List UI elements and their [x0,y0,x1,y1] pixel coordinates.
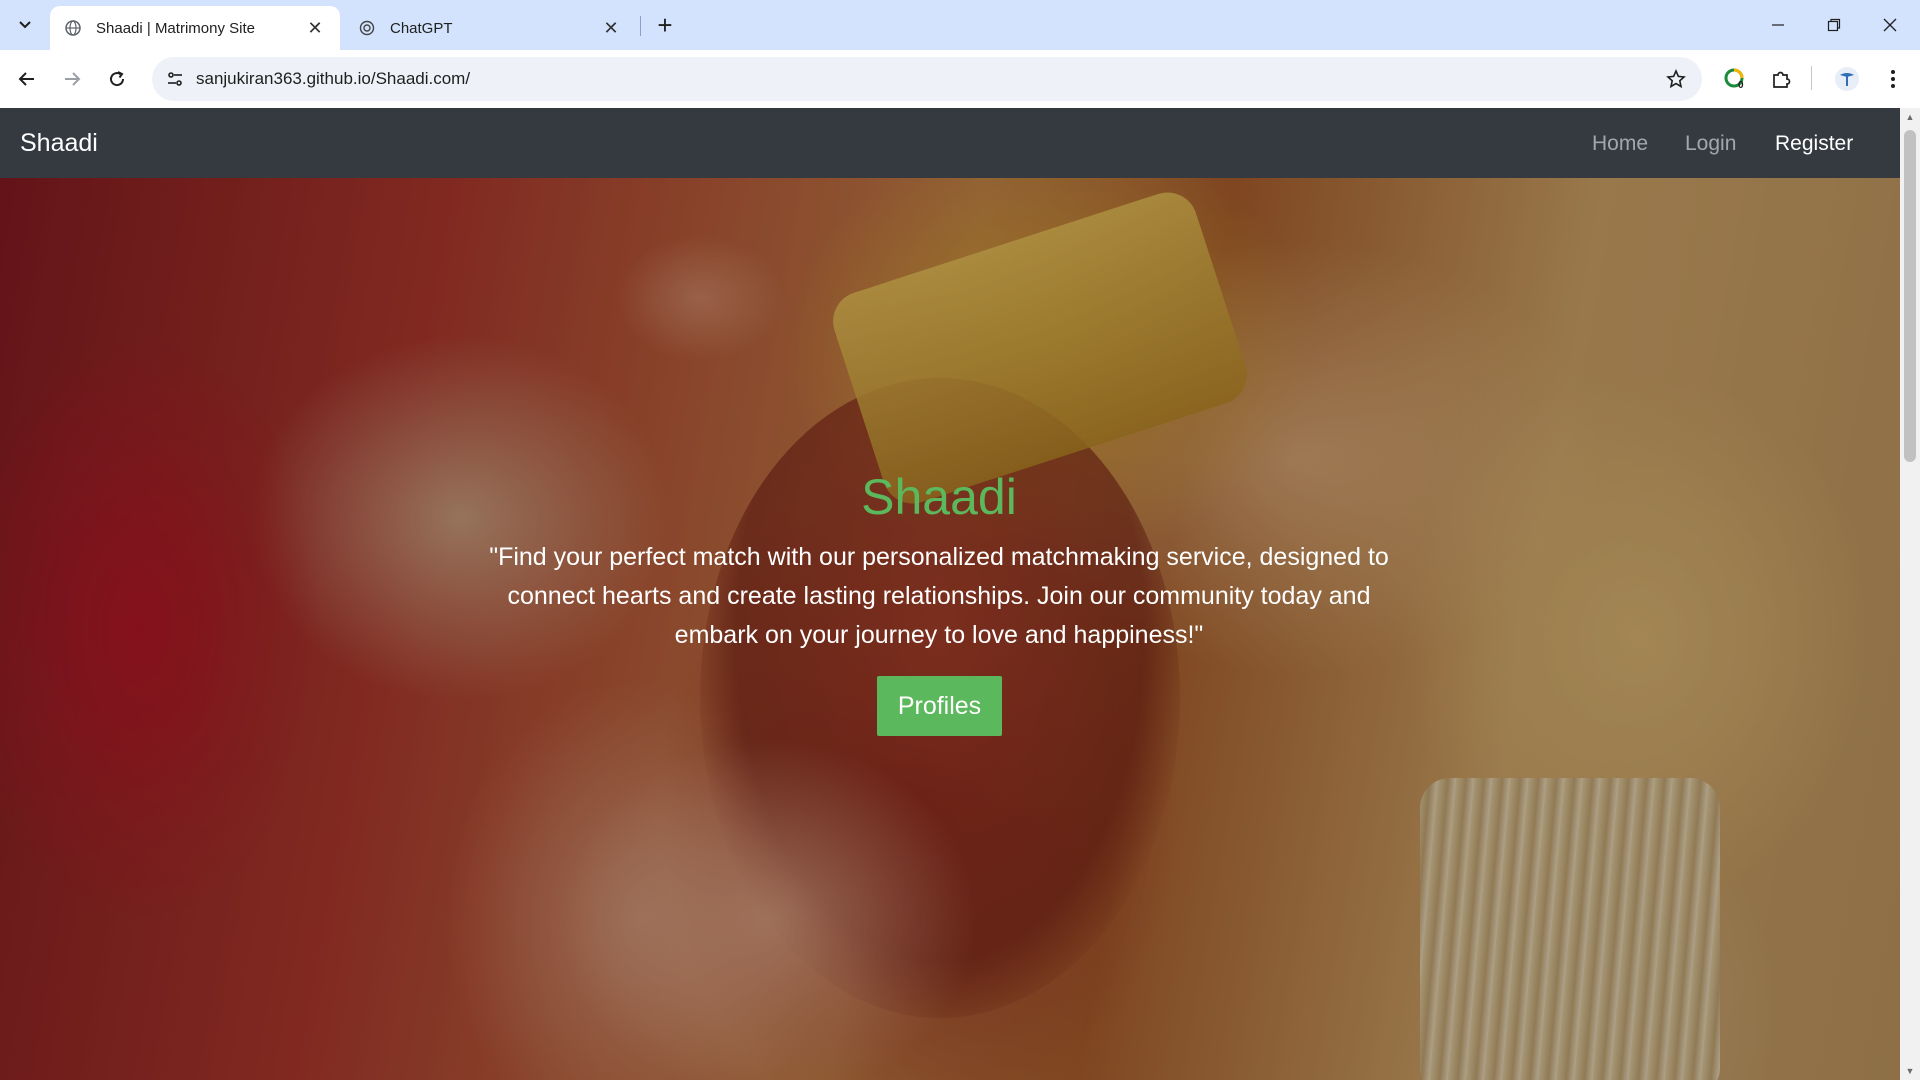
hero-background-gold-bangle [825,184,1255,512]
restore-icon [1827,18,1841,32]
scroll-down-arrow[interactable]: ▼ [1905,1066,1915,1076]
profiles-button[interactable]: Profiles [877,676,1002,736]
url-text: sanjukiran363.github.io/Shaadi.com/ [196,69,471,88]
star-icon [1666,69,1686,89]
profile-icon [1835,67,1859,91]
close-window-button[interactable] [1862,0,1918,50]
hero-background-bangles [1420,778,1720,1080]
extension-button[interactable]: 0 [1720,64,1750,94]
navbar-brand[interactable]: Shaadi [20,129,98,158]
tab-title: ChatGPT [390,19,453,37]
close-icon [1883,18,1897,32]
toolbar-divider [1811,66,1812,90]
extension-badge: 0 [1738,80,1744,91]
plus-icon: + [657,9,673,40]
profile-button[interactable] [1832,64,1862,94]
page-viewport: Shaadi Home Login Register Shaadi "Find … [0,108,1900,1080]
back-icon [18,72,34,86]
minimize-button[interactable] [1750,0,1806,50]
hero-quote: "Find your perfect match with our person… [489,543,1389,649]
restore-button[interactable] [1806,0,1862,50]
kebab-menu-icon [1891,70,1895,88]
tab-search-icon [19,21,31,29]
close-icon[interactable]: ✕ [600,17,622,39]
hero-background-hand [560,738,980,1080]
browser-menu-button[interactable] [1878,64,1908,94]
back-button[interactable] [10,62,44,96]
close-icon[interactable]: ✕ [304,17,326,39]
tab-separator [640,16,641,36]
puzzle-icon [1773,71,1791,88]
site-info-icon[interactable] [162,66,188,92]
scrollbar-thumb[interactable] [1904,130,1916,462]
scroll-up-arrow[interactable]: ▲ [1905,112,1915,122]
nav-link-register[interactable]: Register [1775,132,1853,156]
hero-section: Shaadi "Find your perfect match with our… [0,178,1900,1080]
globe-icon [64,19,82,37]
chatgpt-icon [358,19,376,37]
reload-button[interactable] [100,62,134,96]
page-scrollbar[interactable]: ▲ ▼ [1900,108,1920,1080]
extension-icon [1724,68,1744,88]
site-navbar: Shaadi Home Login Register [0,108,1900,178]
tab-chatgpt[interactable]: ChatGPT ✕ [344,6,636,50]
nav-link-login[interactable]: Login [1685,132,1736,156]
minimize-icon [1772,24,1784,26]
new-tab-button[interactable]: + [650,10,680,40]
nav-link-home[interactable]: Home [1592,132,1648,156]
tab-shaadi[interactable]: Shaadi | Matrimony Site ✕ [50,6,340,50]
reload-icon [110,71,125,87]
bookmark-star-button[interactable] [1664,67,1688,91]
hero-title: Shaadi [861,469,1017,525]
browser-toolbar: sanjukiran363.github.io/Shaadi.com/ 0 [0,50,1920,108]
forward-icon [65,72,81,86]
address-bar[interactable]: sanjukiran363.github.io/Shaadi.com/ [152,57,1702,101]
tab-search-button[interactable] [8,9,42,41]
tab-strip: Shaadi | Matrimony Site ✕ ChatGPT ✕ + [0,0,1920,50]
forward-button[interactable] [55,62,89,96]
extensions-menu-button[interactable] [1766,64,1796,94]
tab-title: Shaadi | Matrimony Site [96,19,255,37]
